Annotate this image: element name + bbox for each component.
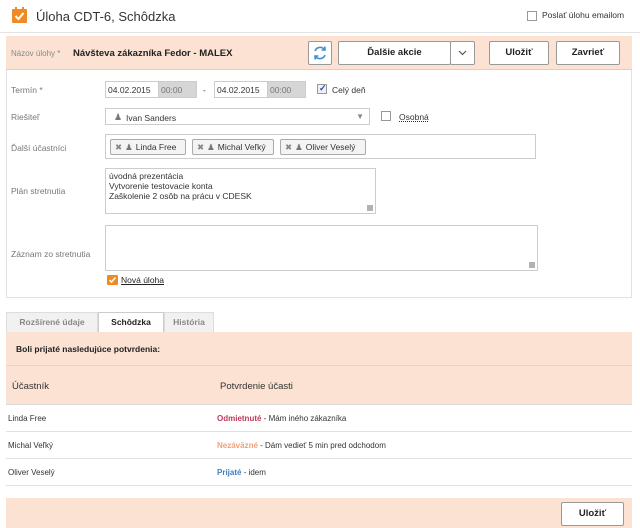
personal-label: Osobná [399,112,429,122]
footer-save-button[interactable]: Uložiť [561,502,624,526]
date-range-separator: - [203,85,206,95]
participant-name: Michal Veľký [8,441,54,450]
confirmations-title: Boli prijaté nasledujúce potvrdenia: [16,344,161,354]
participant-tag[interactable]: ✖ ♟ Linda Free [110,139,186,155]
plan-label: Plán stretnutia [11,186,66,196]
tab-meeting[interactable]: Schôdzka [98,312,164,332]
participant-name: Linda Free [8,414,47,423]
table-row: Oliver Veselý Prijaté - idem [6,459,632,486]
confirmation-cell: Prijaté - idem [217,468,266,477]
status-note: - Dám vedieť 5 min pred odchodom [257,441,386,450]
send-email-checkbox[interactable] [527,11,537,21]
tab-history[interactable]: História [164,312,214,332]
table-row: Michal Veľký Nezáväzné - Dám vedieť 5 mi… [6,432,632,459]
more-actions-button[interactable]: Ďalšie akcie [338,41,451,65]
task-icon [12,7,27,23]
save-button[interactable]: Uložiť [489,41,549,65]
time-to-input[interactable]: 00:00 [267,81,306,98]
window-title: Úloha CDT-6, Schôdzka [36,9,176,24]
footer-bar: Uložiť [6,498,632,528]
record-label: Záznam zo stretnutia [11,249,91,259]
status-note: - idem [241,468,266,477]
status-text: Nezáväzné [217,441,258,450]
user-icon: ♟ [125,142,133,152]
column-participant: Účastník [12,381,49,392]
participants-field[interactable]: ✖ ♟ Linda Free ✖ ♟ Michal Veľký ✖ ♟ Oliver Ves… [105,134,536,159]
all-day-label: Celý deň [332,85,366,95]
participant-tag[interactable]: ✖ ♟ Michal Veľký [192,139,274,155]
user-icon: ♟ [207,142,215,152]
sync-button[interactable] [308,41,332,65]
participant-name: Oliver Veselý [8,468,55,477]
user-icon: ♟ [114,112,123,122]
column-confirmation: Potvrdenie účasti [220,381,293,392]
date-from-input[interactable]: 04.02.2015 [105,81,159,98]
date-to-input[interactable]: 04.02.2015 [214,81,268,98]
participants-label: Ďalší účastníci [11,143,67,153]
send-email-label: Poslať úlohu emailom [542,10,625,20]
new-task-icon [107,275,118,285]
personal-checkbox[interactable] [381,111,391,121]
confirmation-cell: Odmietnuté - Mám iného zákazníka [217,414,346,423]
resize-grip-icon[interactable] [529,262,535,268]
record-textarea[interactable] [105,225,538,271]
window-titlebar: Úloha CDT-6, Schôdzka Poslať úlohu email… [0,0,640,33]
new-task-link[interactable]: Nová úloha [121,275,164,285]
all-day-checkbox[interactable] [317,83,327,94]
more-actions-dropdown[interactable] [450,41,475,65]
time-from-input[interactable]: 00:00 [158,81,197,98]
solver-select[interactable]: ♟ Ivan Sanders ▼ [105,108,370,125]
task-name: Návšteva zákazníka Fedor - MALEX [73,48,233,59]
task-form: Termín * 04.02.2015 00:00 - 04.02.2015 0… [6,70,632,298]
remove-icon[interactable]: ✖ [197,142,204,152]
term-label: Termín * [11,85,43,95]
confirmations-table-header: Účastník Potvrdenie účasti [6,365,632,405]
solver-label: Riešiteľ [11,112,40,122]
tab-extended-details[interactable]: Rozšírené údaje [6,312,98,332]
user-icon: ♟ [295,142,303,152]
status-note: - Mám iného zákazníka [261,414,347,423]
tab-bar: Rozšírené údaje Schôdzka História [6,312,632,332]
sync-icon [314,46,326,60]
remove-icon[interactable]: ✖ [285,142,292,152]
confirmation-cell: Nezáväzné - Dám vedieť 5 min pred odchod… [217,441,386,450]
solver-value: Ivan Sanders [126,113,177,123]
task-header: Názov úlohy * Návšteva zákazníka Fedor -… [6,36,632,70]
status-text: Odmietnuté [217,414,262,423]
status-text: Prijaté [217,468,242,477]
table-row: Linda Free Odmietnuté - Mám iného zákazn… [6,405,632,432]
close-button[interactable]: Zavrieť [556,41,620,65]
resize-grip-icon[interactable] [367,205,373,211]
caret-down-icon: ▼ [356,112,364,121]
confirmations-header: Boli prijaté nasledujúce potvrdenia: [6,332,632,365]
task-name-label: Názov úlohy * [11,49,61,58]
chevron-down-icon [458,50,467,56]
participant-tag[interactable]: ✖ ♟ Oliver Veselý [280,139,366,155]
remove-icon[interactable]: ✖ [115,142,122,152]
plan-textarea[interactable]: úvodná prezentácia Vytvorenie testovacie… [105,168,376,214]
